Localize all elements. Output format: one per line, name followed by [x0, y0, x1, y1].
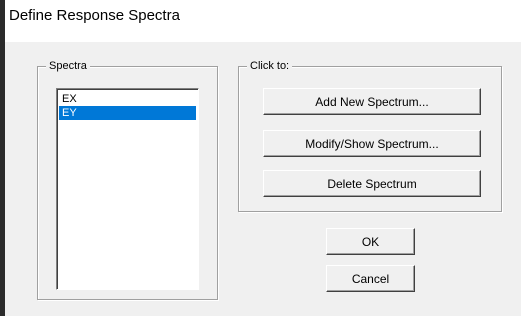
list-item-ex[interactable]: EX — [59, 92, 196, 106]
add-new-spectrum-button[interactable]: Add New Spectrum... — [263, 88, 481, 115]
define-response-spectra-dialog: Define Response Spectra Spectra EX EY Cl… — [0, 0, 521, 316]
title-bar: Define Response Spectra — [5, 0, 521, 42]
modify-show-spectrum-button[interactable]: Modify/Show Spectrum... — [263, 130, 481, 157]
ok-button[interactable]: OK — [326, 228, 415, 255]
cancel-button[interactable]: Cancel — [326, 265, 415, 292]
spectra-listbox[interactable]: EX EY — [56, 88, 199, 290]
spectra-group-label: Spectra — [46, 59, 90, 73]
delete-spectrum-button[interactable]: Delete Spectrum — [263, 170, 481, 197]
list-item-label: EY — [62, 107, 77, 119]
dialog-title: Define Response Spectra — [9, 7, 180, 24]
click-to-group-label: Click to: — [247, 59, 293, 73]
window-edge — [0, 0, 5, 316]
list-item-label: EX — [62, 93, 77, 105]
list-item-ey[interactable]: EY — [59, 106, 196, 120]
